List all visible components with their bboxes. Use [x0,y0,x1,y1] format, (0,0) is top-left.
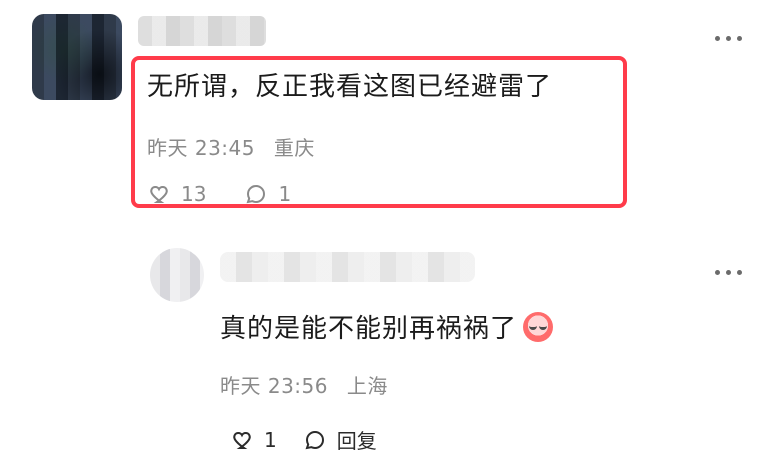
reply-text: 真的是能不能别再祸祸了 [220,308,554,345]
reply-commenter-name-blurred [220,252,475,282]
reply-location: 上海 [346,374,388,398]
reply-actions: 1 回复 [230,425,377,454]
more-dot [715,269,720,275]
more-dot [737,35,742,41]
reply-like-action[interactable]: 1 [230,428,277,452]
reply-text-content: 真的是能不能别再祸祸了 [220,314,518,344]
reply-like-count: 1 [264,427,277,452]
reply-count: 1 [278,182,292,206]
like-count: 13 [181,182,207,206]
reply-count-action[interactable]: 1 [244,182,291,206]
more-dot [737,269,742,275]
reply-meta: 昨天 23:56 上海 [220,370,388,399]
main-comment-text: 无所谓，反正我看这图已经避雷了 [147,72,553,102]
main-comment-location: 重庆 [273,136,315,160]
more-dot [726,269,731,275]
more-dot [715,35,720,41]
like-action[interactable]: 13 [147,182,206,206]
crying-clown-face-icon [523,311,554,342]
reply-button-label: 回复 [336,429,377,453]
comment-bubble-icon [305,430,324,449]
reply-commenter-avatar[interactable] [150,248,204,302]
comment-bubble-icon [246,184,266,204]
reply-more-dots-icon[interactable] [702,262,742,282]
main-comment-meta: 昨天 23:45 重庆 [147,132,315,161]
main-comment-time: 昨天 23:45 [147,136,255,160]
heart-icon [233,431,251,449]
more-dot [726,35,731,41]
main-commenter-name-blurred [138,16,266,46]
main-commenter-avatar[interactable] [32,14,122,100]
reply-time: 昨天 23:56 [220,374,328,398]
main-comment-actions: 13 1 [147,182,291,206]
reply-button[interactable]: 回复 [303,425,377,454]
heart-icon [150,185,168,203]
more-dots-icon[interactable] [702,28,742,48]
